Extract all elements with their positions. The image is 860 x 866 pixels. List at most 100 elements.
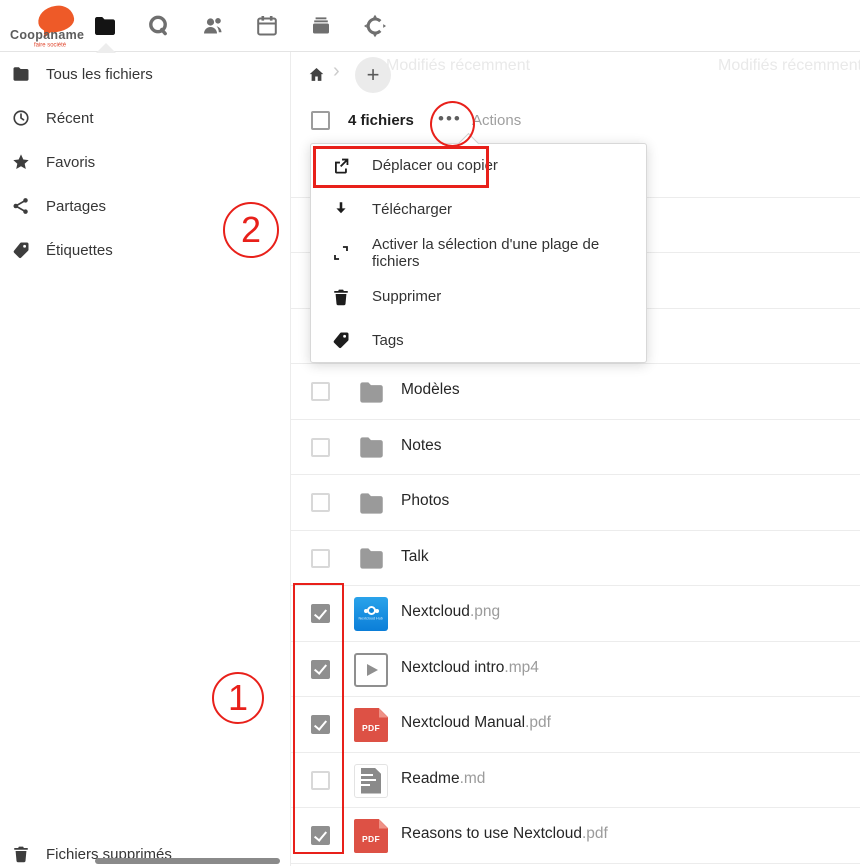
breadcrumb-home-icon[interactable] bbox=[308, 66, 325, 83]
file-name[interactable]: Notes bbox=[401, 437, 442, 455]
file-name[interactable]: Nextcloud Manual.pdf bbox=[401, 714, 551, 732]
file-row[interactable]: Nextcloud Hub Nextcloud.png bbox=[291, 586, 860, 642]
file-name[interactable]: Nextcloud intro.mp4 bbox=[401, 659, 539, 677]
breadcrumb-chevron-icon: › bbox=[333, 60, 340, 83]
file-name-base: Reasons to use Nextcloud bbox=[401, 825, 582, 842]
app-button-contacts[interactable] bbox=[186, 0, 240, 52]
tag-icon bbox=[12, 241, 30, 259]
pdf-fold-corner bbox=[379, 708, 389, 718]
move-copy-icon bbox=[332, 157, 350, 175]
sidebar-item-label: Favoris bbox=[46, 154, 95, 171]
markdown-file-icon bbox=[354, 764, 388, 798]
file-checkbox[interactable] bbox=[311, 382, 330, 401]
select-all-checkbox[interactable] bbox=[311, 111, 330, 130]
folder-icon bbox=[355, 434, 388, 461]
files-app-icon bbox=[93, 14, 117, 38]
file-checkbox[interactable] bbox=[311, 715, 330, 734]
sidebar-item-label: Récent bbox=[46, 110, 94, 127]
file-name-extension: .pdf bbox=[582, 825, 608, 842]
file-row[interactable]: Readme.md bbox=[291, 753, 860, 809]
menu-item-tag[interactable]: Tags bbox=[311, 318, 646, 362]
sidebar-item-tous-les-fichiers[interactable]: Tous les fichiers bbox=[0, 52, 290, 96]
folder-icon bbox=[355, 490, 388, 517]
actions-dropdown-menu: Déplacer ou copier Télécharger Activer la … bbox=[310, 143, 647, 363]
text-line bbox=[361, 774, 373, 777]
file-name[interactable]: Talk bbox=[401, 548, 429, 566]
star-icon bbox=[12, 153, 30, 171]
sidebar-item-r-cent[interactable]: Récent bbox=[0, 96, 290, 140]
file-name[interactable]: Readme.md bbox=[401, 770, 485, 788]
file-checkbox[interactable] bbox=[311, 549, 330, 568]
file-row[interactable]: Photos bbox=[291, 475, 860, 531]
video-file-icon bbox=[354, 653, 388, 687]
search-icon bbox=[147, 14, 171, 38]
menu-item-label: Tags bbox=[372, 332, 404, 349]
menu-item-download[interactable]: Télécharger bbox=[311, 188, 646, 232]
file-icon bbox=[353, 430, 389, 466]
pdf-file-icon: PDF bbox=[354, 708, 388, 742]
file-checkbox[interactable] bbox=[311, 604, 330, 623]
top-app-bar: Coopaname faire société bbox=[0, 0, 860, 52]
horizontal-scrollbar[interactable] bbox=[95, 858, 280, 864]
app-button-search[interactable] bbox=[132, 0, 186, 52]
ghost-section-header: Modifiés récemment bbox=[386, 57, 530, 75]
file-row[interactable]: Nextcloud intro.mp4 bbox=[291, 642, 860, 698]
file-name[interactable]: Photos bbox=[401, 492, 449, 510]
file-name-base: Talk bbox=[401, 548, 429, 565]
file-name[interactable]: Modèles bbox=[401, 381, 460, 399]
menu-item-label: Supprimer bbox=[372, 288, 441, 305]
file-name-base: Photos bbox=[401, 492, 449, 509]
trash-icon bbox=[332, 288, 350, 306]
sidebar-item--tiquettes[interactable]: Étiquettes bbox=[0, 228, 290, 272]
download-icon bbox=[332, 200, 350, 218]
range-select-icon bbox=[332, 244, 350, 262]
files-sidebar: Tous les fichiers Récent Favoris Partages Ét… bbox=[0, 52, 290, 866]
sidebar-item-partages[interactable]: Partages bbox=[0, 184, 290, 228]
menu-item-range-select[interactable]: Activer la sélection d'une plage de fich… bbox=[311, 231, 646, 275]
actions-menu-button[interactable]: ••• bbox=[438, 109, 462, 129]
app-button-circles[interactable] bbox=[348, 0, 402, 52]
actions-label[interactable]: Actions bbox=[472, 112, 521, 129]
clock-icon bbox=[12, 109, 30, 127]
menu-item-label: Activer la sélection d'une plage de fich… bbox=[372, 236, 646, 270]
tag-icon bbox=[332, 331, 350, 349]
menu-item-move-copy[interactable]: Déplacer ou copier bbox=[311, 144, 646, 188]
logo-brand-text: Coopaname bbox=[10, 28, 84, 42]
app-navigation-bar bbox=[78, 0, 402, 52]
file-checkbox[interactable] bbox=[311, 826, 330, 845]
file-checkbox[interactable] bbox=[311, 493, 330, 512]
file-row[interactable]: PDF Nextcloud Manual.pdf bbox=[291, 697, 860, 753]
file-row[interactable]: Notes bbox=[291, 420, 860, 476]
file-name-extension: .pdf bbox=[525, 714, 551, 731]
play-triangle-icon bbox=[367, 664, 378, 676]
menu-item-trash[interactable]: Supprimer bbox=[311, 275, 646, 319]
folder-icon bbox=[355, 379, 388, 406]
sidebar-item-label: Étiquettes bbox=[46, 242, 113, 259]
app-button-calendar[interactable] bbox=[240, 0, 294, 52]
file-row[interactable]: PDF Reasons to use Nextcloud.pdf bbox=[291, 808, 860, 864]
file-checkbox[interactable] bbox=[311, 771, 330, 790]
menu-item-label: Télécharger bbox=[372, 201, 452, 218]
file-icon bbox=[353, 763, 389, 799]
folder-icon bbox=[355, 545, 388, 572]
coopaname-logo[interactable]: Coopaname faire société bbox=[8, 2, 88, 50]
file-icon: PDF bbox=[353, 818, 389, 854]
file-name[interactable]: Reasons to use Nextcloud.pdf bbox=[401, 825, 608, 843]
sidebar-item-label: Partages bbox=[46, 198, 106, 215]
file-checkbox[interactable] bbox=[311, 660, 330, 679]
file-name-extension: .mp4 bbox=[504, 659, 538, 676]
app-button-deck[interactable] bbox=[294, 0, 348, 52]
file-icon bbox=[353, 374, 389, 410]
file-row[interactable]: Talk bbox=[291, 531, 860, 587]
ghost-section-header: Modifiés récemment bbox=[718, 57, 860, 75]
text-line bbox=[361, 779, 376, 782]
nextcloud-caption: Nextcloud Hub bbox=[359, 617, 383, 621]
sidebar-item-favoris[interactable]: Favoris bbox=[0, 140, 290, 184]
file-checkbox[interactable] bbox=[311, 438, 330, 457]
file-row[interactable]: Modèles bbox=[291, 364, 860, 420]
file-name[interactable]: Nextcloud.png bbox=[401, 603, 500, 621]
plus-icon: + bbox=[367, 62, 380, 88]
active-app-caret bbox=[96, 43, 116, 53]
deck-icon bbox=[309, 14, 333, 38]
menu-item-label: Déplacer ou copier bbox=[372, 157, 498, 174]
